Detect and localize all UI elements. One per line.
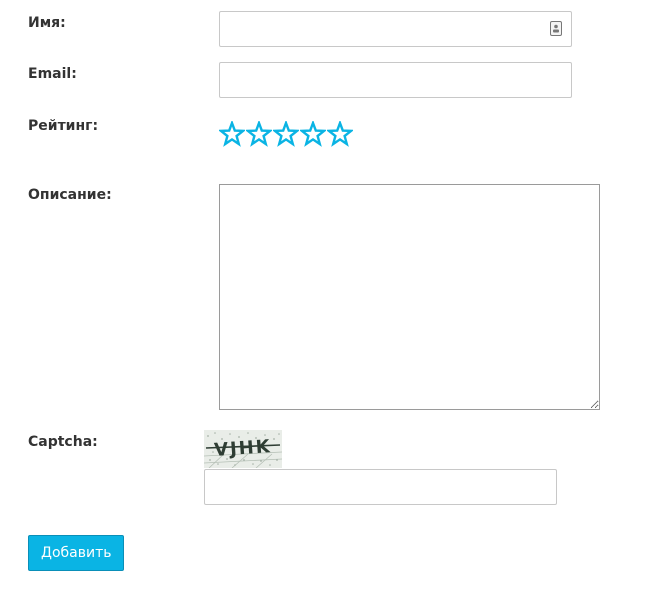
- name-input[interactable]: [219, 11, 572, 47]
- captcha-input[interactable]: [204, 469, 557, 505]
- review-form: Имя: Email: Рейтинг: Описание: Captcha:: [0, 0, 652, 615]
- name-label: Имя:: [28, 15, 66, 31]
- contact-card-icon[interactable]: [550, 21, 562, 36]
- email-label: Email:: [28, 66, 77, 82]
- rating-label: Рейтинг:: [28, 118, 99, 134]
- add-button[interactable]: Добавить: [28, 535, 125, 571]
- email-input[interactable]: [219, 62, 572, 98]
- description-textarea[interactable]: [219, 184, 600, 410]
- star-icon[interactable]: [219, 121, 245, 147]
- star-icon[interactable]: [327, 121, 353, 147]
- rating-stars: [219, 121, 353, 147]
- description-label: Описание:: [28, 187, 112, 203]
- star-icon[interactable]: [300, 121, 326, 147]
- captcha-label: Captcha:: [28, 434, 98, 450]
- captcha-image: VJHK: [204, 430, 282, 468]
- star-icon[interactable]: [246, 121, 272, 147]
- star-icon[interactable]: [273, 121, 299, 147]
- captcha-text: VJHK: [213, 436, 272, 461]
